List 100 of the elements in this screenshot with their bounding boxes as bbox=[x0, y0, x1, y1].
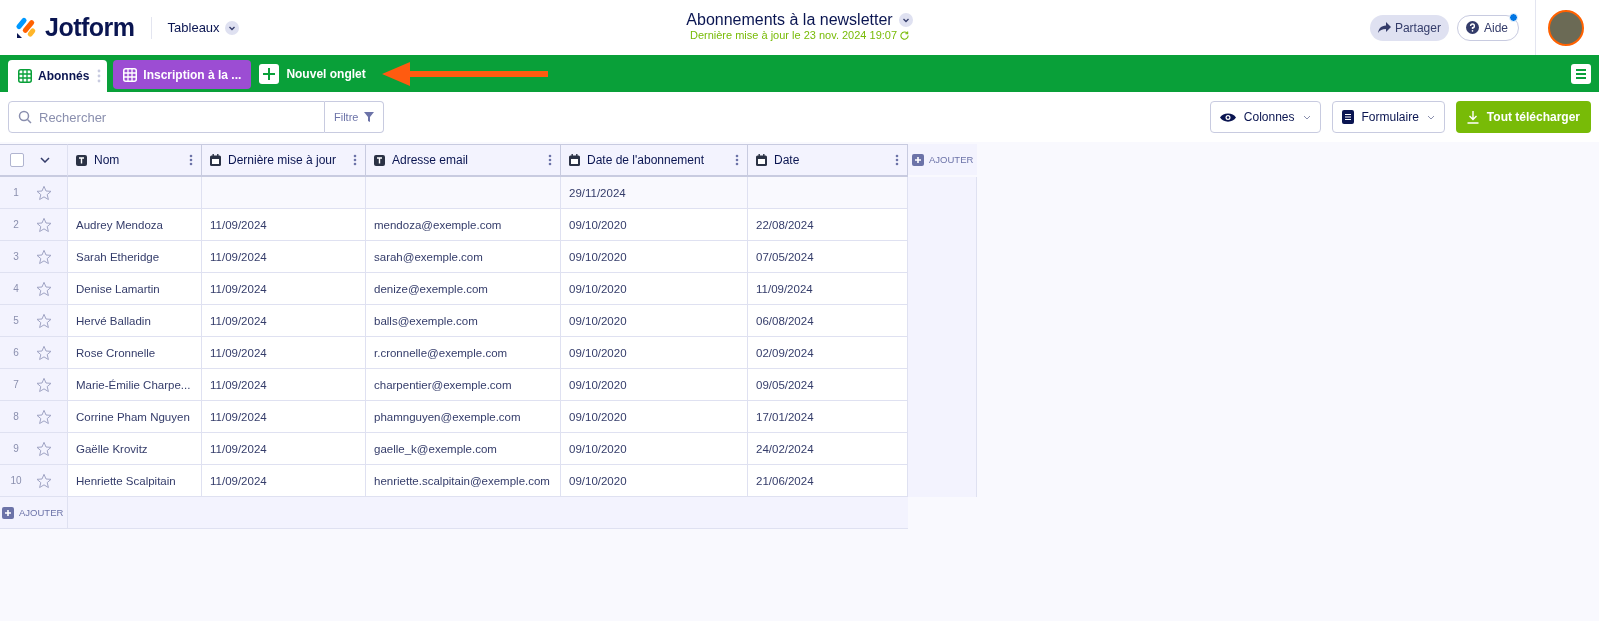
table-cell: Marie-Émilie Charpe... bbox=[68, 369, 202, 401]
table-cell: 11/09/2024 bbox=[202, 465, 366, 497]
more-options-icon[interactable] bbox=[353, 154, 357, 166]
table-cell: 09/10/2020 bbox=[561, 401, 748, 433]
more-options-icon[interactable] bbox=[735, 154, 739, 166]
calendar-icon bbox=[756, 154, 767, 166]
star-icon[interactable] bbox=[36, 248, 52, 265]
calendar-icon bbox=[569, 154, 580, 166]
table-cell: mendoza@exemple.com bbox=[366, 209, 561, 241]
chevron-down-icon bbox=[1426, 114, 1435, 120]
column-header[interactable]: Date de l'abonnement bbox=[561, 144, 748, 177]
plus-icon bbox=[2, 506, 14, 519]
table-cell: r.cronnelle@exemple.com bbox=[366, 337, 561, 369]
table-cell: 09/05/2024 bbox=[748, 369, 908, 401]
table-cell: Hervé Balladin bbox=[68, 305, 202, 337]
row-number: 2 bbox=[12, 219, 20, 230]
columns-dropdown[interactable]: Colonnes bbox=[1209, 101, 1321, 133]
table-cell: 29/11/2024 bbox=[561, 177, 748, 209]
row-number: 1 bbox=[12, 187, 20, 198]
download-icon bbox=[1466, 110, 1479, 124]
star-icon[interactable] bbox=[36, 344, 52, 361]
star-icon[interactable] bbox=[36, 440, 52, 457]
table-cell: 11/09/2024 bbox=[202, 273, 366, 305]
star-icon[interactable] bbox=[36, 312, 52, 329]
row-number: 3 bbox=[12, 251, 20, 262]
sheet-tab[interactable]: Abonnés bbox=[8, 60, 108, 92]
table-cell: Corrine Pham Nguyen bbox=[68, 401, 202, 433]
chevron-down-icon bbox=[224, 20, 239, 35]
table-cell: 09/10/2020 bbox=[561, 465, 748, 497]
table-cell: Rose Cronnelle bbox=[68, 337, 202, 369]
table-cell: 11/09/2024 bbox=[202, 401, 366, 433]
plus-icon bbox=[912, 153, 924, 166]
table-cell: denize@exemple.com bbox=[366, 273, 561, 305]
row-number: 7 bbox=[12, 379, 20, 390]
column-header[interactable]: Dernière mise à jour bbox=[202, 144, 366, 177]
funnel-icon bbox=[364, 112, 375, 122]
table-cell: 09/10/2020 bbox=[561, 369, 748, 401]
form-dropdown[interactable]: Formulaire bbox=[1331, 101, 1445, 133]
tables-dropdown[interactable]: Tableaux bbox=[167, 20, 239, 35]
text-type-icon bbox=[374, 154, 385, 166]
table-cell: 11/09/2024 bbox=[748, 273, 908, 305]
star-icon[interactable] bbox=[36, 408, 52, 425]
table-cell: 09/10/2020 bbox=[561, 209, 748, 241]
refresh-icon[interactable] bbox=[900, 30, 910, 40]
search-field[interactable]: Rechercher bbox=[8, 101, 325, 133]
grid-icon bbox=[18, 69, 32, 83]
table-cell: Sarah Etheridge bbox=[68, 241, 202, 273]
table-cell: 09/10/2020 bbox=[561, 241, 748, 273]
star-icon[interactable] bbox=[36, 472, 52, 489]
table-cell: 17/01/2024 bbox=[748, 401, 908, 433]
table-cell: charpentier@exemple.com bbox=[366, 369, 561, 401]
form-icon bbox=[1341, 110, 1354, 124]
table-cell: 11/09/2024 bbox=[202, 209, 366, 241]
star-icon[interactable] bbox=[36, 216, 52, 233]
star-icon[interactable] bbox=[36, 184, 52, 201]
table-cell: 09/10/2020 bbox=[561, 305, 748, 337]
table-cell: 11/09/2024 bbox=[202, 433, 366, 465]
menu-icon[interactable] bbox=[1571, 63, 1591, 84]
chevron-down-icon bbox=[1302, 114, 1311, 120]
row-number: 9 bbox=[12, 443, 20, 454]
chevron-down-icon[interactable] bbox=[40, 157, 50, 163]
table-cell: gaelle_k@exemple.com bbox=[366, 433, 561, 465]
last-updated-text: Dernière mise à jour le 23 nov. 2024 19:07 bbox=[689, 29, 898, 41]
table-cell: 07/05/2024 bbox=[748, 241, 908, 273]
star-icon[interactable] bbox=[36, 280, 52, 297]
star-icon[interactable] bbox=[36, 376, 52, 393]
table-cell: 09/10/2020 bbox=[561, 433, 748, 465]
add-row-button[interactable]: AJOUTER bbox=[0, 497, 68, 529]
table-cell: 11/09/2024 bbox=[202, 241, 366, 273]
table-cell: 11/09/2024 bbox=[202, 369, 366, 401]
add-column-button[interactable]: AJOUTER bbox=[908, 144, 977, 175]
jotform-logo[interactable]: Jotform bbox=[45, 13, 135, 42]
column-header[interactable]: Date bbox=[748, 144, 908, 177]
share-arrow-icon bbox=[1377, 22, 1391, 33]
table-cell: Gaëlle Krovitz bbox=[68, 433, 202, 465]
search-icon bbox=[18, 110, 32, 124]
sheet-tab[interactable]: Inscription à la ... bbox=[113, 60, 252, 89]
table-cell: 09/10/2020 bbox=[561, 273, 748, 305]
column-header[interactable]: Nom bbox=[68, 144, 202, 177]
table-cell: 21/06/2024 bbox=[748, 465, 908, 497]
more-options-icon bbox=[97, 69, 102, 83]
text-type-icon bbox=[76, 154, 87, 166]
grid-icon bbox=[123, 67, 138, 82]
filter-button[interactable]: Filtre bbox=[325, 101, 385, 133]
table-cell: Audrey Mendoza bbox=[68, 209, 202, 241]
table-cell: 06/08/2024 bbox=[748, 305, 908, 337]
more-options-icon[interactable] bbox=[548, 154, 552, 166]
table-cell: Henriette Scalpitain bbox=[68, 465, 202, 497]
table-cell: 02/09/2024 bbox=[748, 337, 908, 369]
avatar[interactable] bbox=[1548, 9, 1584, 46]
column-header[interactable]: Adresse email bbox=[366, 144, 561, 177]
calendar-icon bbox=[210, 154, 221, 166]
select-all-checkbox[interactable] bbox=[10, 153, 24, 167]
share-button[interactable]: Partager bbox=[1369, 14, 1449, 41]
table-cell: 11/09/2024 bbox=[202, 337, 366, 369]
help-button[interactable]: Aide bbox=[1456, 14, 1519, 41]
more-options-icon[interactable] bbox=[895, 154, 899, 166]
chevron-down-icon[interactable] bbox=[898, 13, 913, 27]
more-options-icon[interactable] bbox=[189, 154, 193, 166]
row-number: 8 bbox=[12, 411, 20, 422]
